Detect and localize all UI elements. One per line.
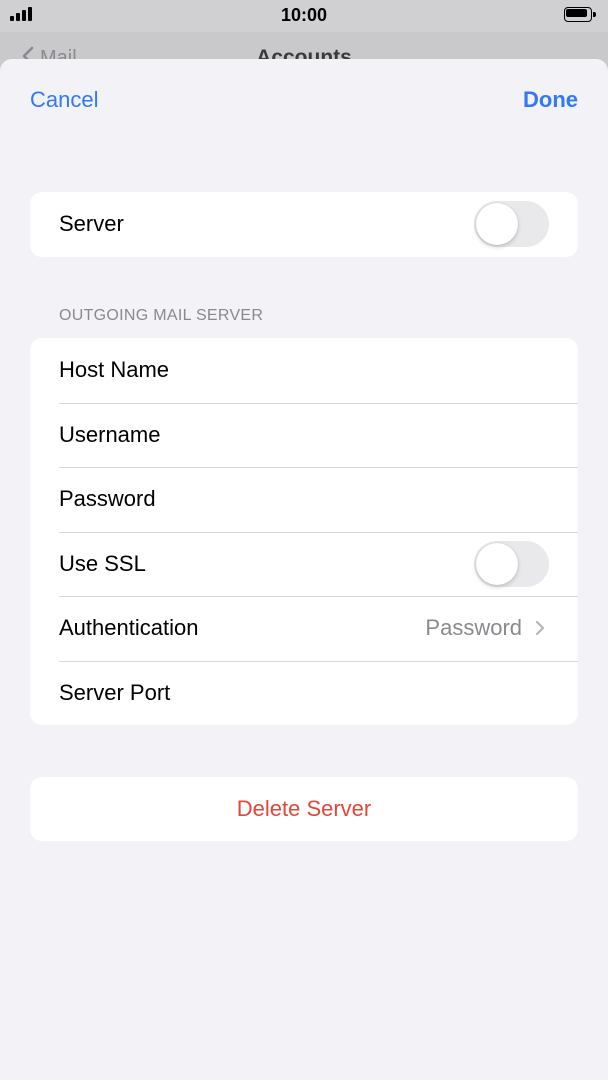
password-label: Password (59, 486, 156, 512)
authentication-row[interactable]: Authentication Password (30, 596, 578, 661)
outgoing-section-header: OUTGOING MAIL SERVER (59, 307, 264, 324)
use-ssl-label: Use SSL (59, 550, 146, 576)
password-row[interactable]: Password (30, 467, 578, 532)
authentication-label: Authentication (59, 615, 199, 641)
server-label: Server (59, 211, 124, 237)
done-button[interactable]: Done (523, 87, 578, 113)
server-toggle[interactable] (474, 201, 549, 248)
outgoing-server-group: Host Name Username Password Use SSL Auth… (30, 338, 578, 725)
server-settings-sheet: Cancel Done Server OUTGOING MAIL SERVER … (0, 59, 608, 1080)
server-group: Server (30, 192, 578, 257)
status-bar: 10:00 (0, 0, 608, 32)
sheet-header: Cancel Done (0, 59, 608, 141)
server-port-label: Server Port (59, 679, 171, 705)
status-time: 10:00 (280, 5, 328, 25)
use-ssl-toggle[interactable] (474, 540, 549, 587)
server-port-row[interactable]: Server Port (30, 660, 578, 726)
battery-icon (564, 7, 596, 22)
toggle-knob (476, 203, 518, 246)
username-label: Username (59, 421, 161, 447)
host-name-row[interactable]: Host Name (30, 338, 578, 403)
delete-group: Delete Server (30, 777, 578, 841)
delete-server-button[interactable]: Delete Server (30, 777, 578, 841)
toggle-knob (476, 542, 518, 585)
username-row[interactable]: Username (30, 402, 578, 468)
cancel-button[interactable]: Cancel (30, 87, 98, 113)
server-row: Server (30, 192, 578, 257)
chevron-right-icon (535, 621, 545, 636)
authentication-value: Password (425, 615, 522, 641)
host-name-label: Host Name (59, 357, 170, 383)
use-ssl-row: Use SSL (30, 531, 578, 597)
